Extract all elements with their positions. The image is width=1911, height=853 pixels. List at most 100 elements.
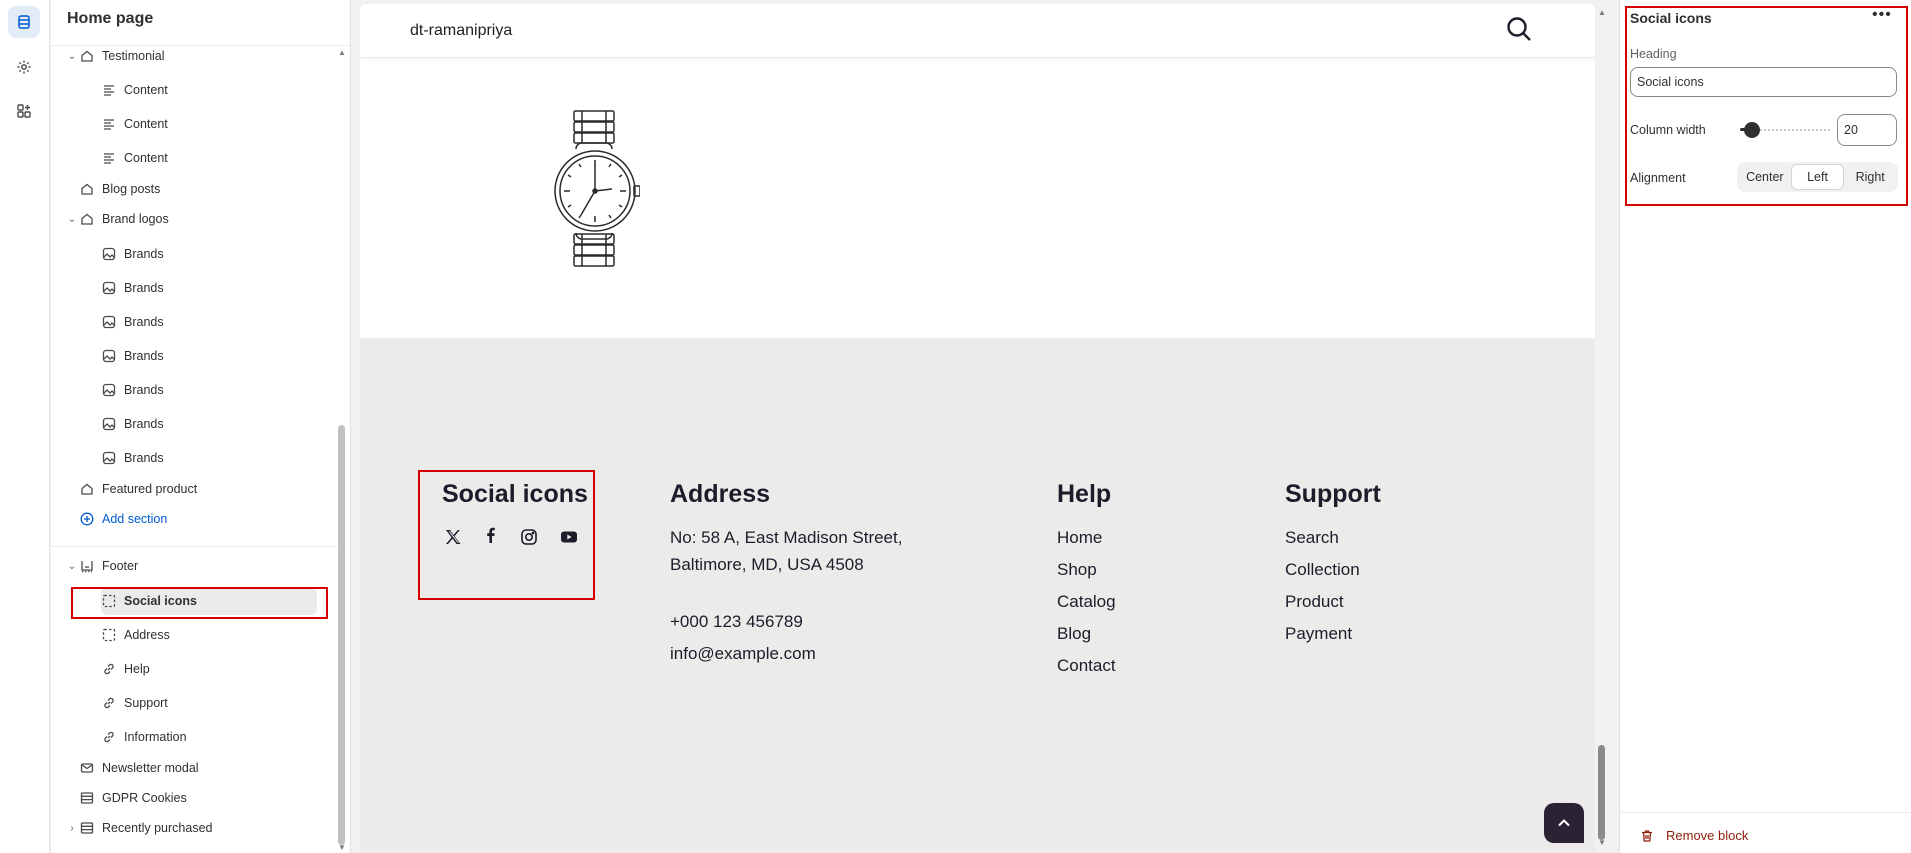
search-icon[interactable] bbox=[1505, 15, 1533, 43]
scroll-down-arrow[interactable]: ▼ bbox=[337, 843, 347, 852]
section-icon bbox=[79, 211, 95, 227]
add-section-label: Add section bbox=[102, 512, 168, 526]
sidebar-item-label: Brands bbox=[124, 247, 164, 261]
sidebar-item-support[interactable]: Support bbox=[101, 689, 168, 717]
sidebar-item-brands[interactable]: Brands bbox=[101, 376, 164, 404]
block-settings-panel: Social icons ••• Heading Column width Al… bbox=[1619, 0, 1911, 853]
sidebar-item-label: Content bbox=[124, 151, 168, 165]
sidebar-item-label: Information bbox=[124, 730, 187, 744]
phone-link[interactable]: +000 123 456789 bbox=[670, 608, 803, 635]
app-block-icon bbox=[79, 820, 95, 836]
sidebar-item-recently-purchased[interactable]: › Recently purchased bbox=[65, 814, 212, 842]
email-link[interactable]: info@example.com bbox=[670, 640, 816, 667]
store-footer: Social icons Address No: 58 A, East Madi… bbox=[360, 338, 1595, 853]
preview-scroll-up-arrow[interactable]: ▲ bbox=[1597, 8, 1607, 17]
remove-block-label: Remove block bbox=[1666, 828, 1749, 843]
chevron-down-icon[interactable]: ⌄ bbox=[65, 51, 79, 62]
gear-icon[interactable] bbox=[8, 51, 40, 83]
footer-link-product[interactable]: Product bbox=[1285, 588, 1344, 615]
chevron-up-icon bbox=[1558, 819, 1570, 827]
divider bbox=[1620, 812, 1911, 813]
sidebar-item-content[interactable]: Content bbox=[101, 110, 168, 138]
highlight-box bbox=[418, 470, 595, 600]
divider bbox=[51, 546, 337, 547]
sidebar-item-information[interactable]: Information bbox=[101, 723, 187, 751]
sidebar-item-brands[interactable]: Brands bbox=[101, 444, 164, 472]
remove-block-button[interactable]: Remove block bbox=[1640, 828, 1748, 843]
section-icon bbox=[79, 481, 95, 497]
page-title: Home page bbox=[67, 10, 154, 27]
trash-icon bbox=[1642, 829, 1652, 842]
sidebar-item-help[interactable]: Help bbox=[101, 655, 150, 683]
sections-icon[interactable] bbox=[8, 6, 40, 38]
sidebar-item-label: Testimonial bbox=[102, 49, 165, 63]
sidebar-item-address[interactable]: Address bbox=[101, 621, 170, 649]
image-icon bbox=[101, 314, 117, 330]
sidebar-item-newsletter-modal[interactable]: Newsletter modal bbox=[79, 754, 199, 782]
scroll-up-arrow[interactable]: ▲ bbox=[337, 48, 347, 57]
sidebar-item-testimonial[interactable]: ⌄ Testimonial bbox=[65, 42, 165, 70]
footer-link-payment[interactable]: Payment bbox=[1285, 620, 1352, 647]
sidebar-item-brands[interactable]: Brands bbox=[101, 274, 164, 302]
sidebar-item-featured-product[interactable]: Featured product bbox=[79, 475, 197, 503]
sidebar-item-footer[interactable]: ⌄ Footer bbox=[65, 552, 138, 580]
theme-editor: Home page ⌄ Testimonial Content Content … bbox=[0, 0, 1911, 853]
sidebar-item-brands[interactable]: Brands bbox=[101, 308, 164, 336]
sidebar-item-brand-logos[interactable]: ⌄ Brand logos bbox=[65, 205, 169, 233]
footer-link-shop[interactable]: Shop bbox=[1057, 556, 1097, 583]
highlight-box bbox=[71, 587, 328, 619]
footer-link-catalog[interactable]: Catalog bbox=[1057, 588, 1116, 615]
footer-link-home[interactable]: Home bbox=[1057, 524, 1102, 551]
sidebar-item-label: Brands bbox=[124, 451, 164, 465]
sidebar-item-label: Content bbox=[124, 83, 168, 97]
store-preview: dt-ramanipriya Social icons Address No: … bbox=[360, 4, 1595, 853]
sidebar-item-label: Blog posts bbox=[102, 182, 161, 196]
sidebar-item-content[interactable]: Content bbox=[101, 76, 168, 104]
sidebar-item-label: Footer bbox=[102, 559, 139, 573]
address-line-2: Baltimore, MD, USA 4508 bbox=[670, 555, 864, 574]
sidebar-item-brands[interactable]: Brands bbox=[101, 240, 164, 268]
app-block-icon bbox=[79, 790, 95, 806]
sidebar-item-label: GDPR Cookies bbox=[102, 791, 187, 805]
sidebar-item-content[interactable]: Content bbox=[101, 144, 168, 172]
sidebar-item-label: Brands bbox=[124, 417, 164, 431]
sidebar-item-label: Address bbox=[124, 628, 170, 642]
sidebar-item-label: Featured product bbox=[102, 482, 198, 496]
sidebar-item-label: Recently purchased bbox=[102, 821, 213, 835]
back-to-top-button[interactable] bbox=[1544, 803, 1584, 843]
apps-icon[interactable] bbox=[8, 95, 40, 127]
image-icon bbox=[101, 382, 117, 398]
footer-link-collection[interactable]: Collection bbox=[1285, 556, 1360, 583]
sidebar-item-label: Newsletter modal bbox=[102, 761, 199, 775]
watch-image bbox=[554, 110, 640, 267]
image-icon bbox=[101, 450, 117, 466]
highlight-box bbox=[1625, 6, 1908, 206]
preview-scrollbar[interactable] bbox=[1598, 745, 1605, 840]
sidebar-item-label: Help bbox=[124, 662, 150, 676]
preview-scroll-down-arrow[interactable]: ▼ bbox=[1597, 838, 1607, 847]
add-section-button[interactable]: Add section bbox=[79, 505, 167, 533]
sidebar-item-label: Brands bbox=[124, 349, 164, 363]
footer-link-blog[interactable]: Blog bbox=[1057, 620, 1091, 647]
section-icon bbox=[79, 181, 95, 197]
footer-link-search[interactable]: Search bbox=[1285, 524, 1339, 551]
chevron-down-icon[interactable]: ⌄ bbox=[65, 561, 79, 572]
footer-link-contact[interactable]: Contact bbox=[1057, 652, 1116, 679]
image-icon bbox=[101, 280, 117, 296]
sidebar-item-label: Support bbox=[124, 696, 168, 710]
link-icon bbox=[101, 729, 117, 745]
link-icon bbox=[101, 661, 117, 677]
sidebar-item-label: Content bbox=[124, 117, 168, 131]
chevron-right-icon[interactable]: › bbox=[65, 823, 79, 834]
sidebar-item-brands[interactable]: Brands bbox=[101, 410, 164, 438]
store-name[interactable]: dt-ramanipriya bbox=[410, 22, 512, 40]
sidebar-item-brands[interactable]: Brands bbox=[101, 342, 164, 370]
sidebar-scrollbar[interactable] bbox=[338, 425, 345, 845]
chevron-down-icon[interactable]: ⌄ bbox=[65, 214, 79, 225]
sidebar-item-label: Brand logos bbox=[102, 212, 169, 226]
sidebar-item-gdpr-cookies[interactable]: GDPR Cookies bbox=[79, 784, 187, 812]
sidebar-item-label: Brands bbox=[124, 315, 164, 329]
image-icon bbox=[101, 348, 117, 364]
sidebar-item-blog-posts[interactable]: Blog posts bbox=[79, 175, 160, 203]
sidebar-item-label: Brands bbox=[124, 281, 164, 295]
